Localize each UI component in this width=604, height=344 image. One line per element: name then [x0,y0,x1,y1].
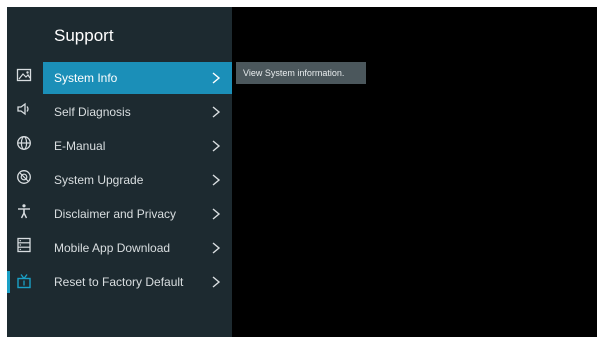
menu-item-reset-factory-default[interactable]: Reset to Factory Default [43,266,232,298]
chevron-right-icon [212,140,221,152]
chevron-right-icon [212,276,221,288]
apps-icon[interactable] [14,235,34,255]
menu-item-e-manual[interactable]: E-Manual [43,130,232,162]
accessibility-icon[interactable] [14,201,34,221]
menu-item-label: Reset to Factory Default [54,275,184,289]
menu-item-system-upgrade[interactable]: System Upgrade [43,164,232,196]
menu-item-self-diagnosis[interactable]: Self Diagnosis [43,96,232,128]
chevron-right-icon [212,72,221,84]
category-rail [7,7,44,337]
chevron-right-icon [212,106,221,118]
menu-item-label: E-Manual [54,139,106,153]
chevron-right-icon [212,174,221,186]
picture-icon[interactable] [14,65,34,85]
tv-screen: Support System Info Self Diagnosis E-Man… [7,7,597,337]
system-icon[interactable] [14,167,34,187]
menu-item-label: System Info [54,71,118,85]
chevron-right-icon [212,242,221,254]
network-icon[interactable] [14,133,34,153]
menu-item-system-info[interactable]: System Info [43,62,232,94]
menu-item-label: Self Diagnosis [54,105,131,119]
active-category-indicator [7,271,10,293]
support-icon[interactable] [14,271,34,291]
chevron-right-icon [212,208,221,220]
help-tooltip: View System information. [236,62,366,84]
menu-item-label: Disclaimer and Privacy [54,207,177,221]
sound-icon[interactable] [14,99,34,119]
menu-item-label: System Upgrade [54,173,144,187]
menu-item-label: Mobile App Download [54,241,171,255]
page-title: Support [54,26,114,45]
menu-item-mobile-app-download[interactable]: Mobile App Download [43,232,232,264]
menu-item-disclaimer-privacy[interactable]: Disclaimer and Privacy [43,198,232,230]
